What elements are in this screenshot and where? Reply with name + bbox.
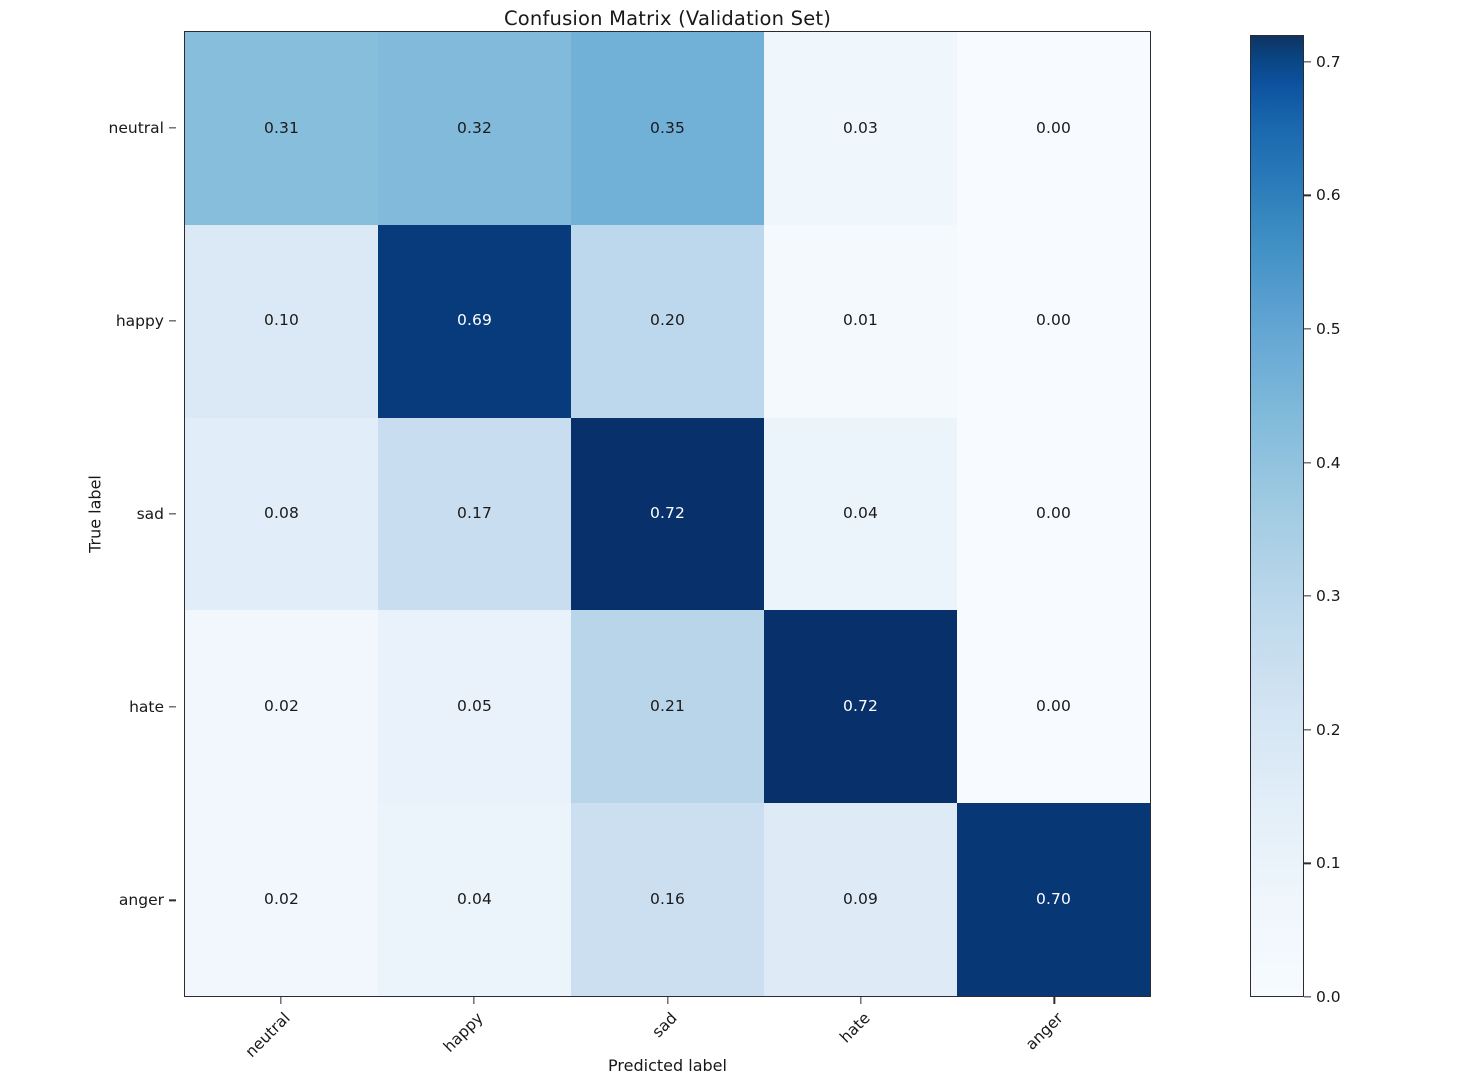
- matrix-cell: 0.02: [185, 610, 378, 804]
- matrix-cell-value: 0.17: [457, 504, 492, 523]
- colorbar-tickmark: [1304, 328, 1311, 330]
- matrix-cell-value: 0.04: [843, 504, 878, 523]
- matrix-cell-value: 0.02: [264, 889, 299, 908]
- matrix-cell-value: 0.69: [457, 311, 492, 330]
- colorbar-tickmark: [1304, 996, 1311, 998]
- matrix-cell: 0.17: [378, 417, 571, 611]
- matrix-cell: 0.00: [957, 32, 1150, 225]
- colorbar-ticklabel: 0.6: [1316, 186, 1341, 205]
- matrix-cell-value: 0.00: [1036, 697, 1071, 716]
- x-ticklabel-sad: sad: [648, 1009, 681, 1042]
- matrix-cell-value: 0.20: [650, 311, 685, 330]
- matrix-cell-value: 0.16: [650, 889, 685, 908]
- matrix-cell: 0.04: [764, 417, 957, 611]
- y-tickmark: [169, 899, 176, 902]
- colorbar-tickmark: [1304, 595, 1311, 597]
- colorbar-ticklabel: 0.7: [1316, 52, 1341, 71]
- y-tickmark: [169, 320, 176, 322]
- x-ticklabel-anger: anger: [1022, 1009, 1068, 1054]
- matrix-cell-value: 0.32: [457, 118, 492, 137]
- y-axis-label: True label: [85, 475, 105, 553]
- colorbar-ticks: 0.0 0.1 0.2 0.3 0.4 0.5 0.6 0.7: [1304, 35, 1384, 1006]
- matrix-cell: 0.35: [571, 32, 764, 225]
- matrix-cell: 0.02: [185, 803, 378, 996]
- matrix-cell: 0.09: [764, 803, 957, 996]
- matrix-cell-value: 0.35: [650, 118, 685, 137]
- x-ticklabel-neutral: neutral: [241, 1009, 294, 1061]
- matrix-cell: 0.72: [571, 417, 764, 611]
- matrix-cell: 0.00: [957, 224, 1150, 418]
- matrix-cell: 0.01: [764, 224, 957, 418]
- y-ticklabel-happy: happy: [115, 311, 164, 330]
- y-tickmark: [169, 706, 176, 708]
- matrix-cell-value: 0.01: [843, 311, 878, 330]
- colorbar-tickmark: [1304, 729, 1311, 731]
- matrix-cell: 0.32: [378, 32, 571, 225]
- x-tickmark: [280, 997, 282, 1004]
- matrix-cell-value: 0.08: [264, 504, 299, 523]
- confusion-matrix-figure: Confusion Matrix (Validation Set) neutra…: [0, 0, 1474, 1078]
- matrix-cell-value: 0.04: [457, 889, 492, 908]
- matrix-cell: 0.69: [378, 224, 571, 418]
- colorbar-ticklabel: 0.3: [1316, 587, 1341, 606]
- matrix-cell: 0.70: [957, 803, 1150, 996]
- matrix-cell: 0.21: [571, 610, 764, 804]
- y-ticklabel-neutral: neutral: [108, 118, 164, 137]
- colorbar-ticklabel: 0.1: [1316, 854, 1341, 873]
- colorbar-tickmark: [1304, 461, 1311, 464]
- matrix-cell: 0.08: [185, 417, 378, 611]
- x-ticklabel-hate: hate: [836, 1009, 874, 1047]
- colorbar-tickmark: [1304, 862, 1311, 865]
- y-ticklabel-hate: hate: [129, 698, 164, 717]
- matrix-cell-value: 0.21: [650, 697, 685, 716]
- colorbar-tickmark: [1304, 194, 1311, 196]
- matrix-cell: 0.72: [764, 610, 957, 804]
- x-tickmark: [1053, 997, 1055, 1004]
- colorbar-gradient: [1250, 35, 1304, 997]
- x-tickmark: [860, 997, 862, 1004]
- colorbar-tickmark: [1304, 61, 1311, 63]
- y-tickmark: [169, 126, 176, 129]
- y-tickmark: [169, 513, 176, 515]
- matrix-cell: 0.03: [764, 32, 957, 225]
- matrix-cell: 0.31: [185, 32, 378, 225]
- colorbar-ticklabel: 0.4: [1316, 453, 1341, 472]
- matrix-cell: 0.00: [957, 417, 1150, 611]
- matrix-cell: 0.10: [185, 224, 378, 418]
- chart-title: Confusion Matrix (Validation Set): [503, 7, 832, 30]
- x-axis-ticklabels: neutral happy sad hate anger: [184, 997, 1151, 1061]
- matrix-cell-value: 0.00: [1036, 118, 1071, 137]
- matrix-cell: 0.20: [571, 224, 764, 418]
- colorbar-ticklabel: 0.0: [1316, 988, 1341, 1006]
- colorbar-ticklabel: 0.2: [1316, 720, 1341, 739]
- matrix-cell: 0.05: [378, 610, 571, 804]
- matrix-cell-value: 0.09: [843, 889, 878, 908]
- x-ticklabel-happy: happy: [440, 1009, 487, 1056]
- colorbar: 0.0 0.1 0.2 0.3 0.4 0.5 0.6 0.7: [1250, 35, 1341, 1006]
- colorbar-ticklabel: 0.5: [1316, 319, 1341, 338]
- matrix-cell-value: 0.00: [1036, 504, 1071, 523]
- matrix-cell: 0.00: [957, 610, 1150, 804]
- x-tickmark: [473, 997, 475, 1004]
- matrix-cell-value: 0.10: [264, 311, 299, 330]
- matrix-cell-value: 0.31: [264, 118, 299, 137]
- matrix-cell-value: 0.72: [650, 504, 685, 523]
- matrix-cell-value: 0.02: [264, 697, 299, 716]
- y-ticklabel-anger: anger: [118, 891, 164, 910]
- matrix-cell-value: 0.00: [1036, 311, 1071, 330]
- matrix-cell: 0.04: [378, 803, 571, 996]
- x-axis-label: Predicted label: [608, 1056, 727, 1075]
- matrix-cell-value: 0.70: [1036, 889, 1071, 908]
- confusion-matrix-grid: 0.31 0.32 0.35 0.03 0.00 0.10 0.69 0.20 0.01 0.00…: [185, 32, 1150, 996]
- matrix-cell: 0.16: [571, 803, 764, 996]
- heatmap-plot-area: 0.31 0.32 0.35 0.03 0.00 0.10 0.69 0.20 0.01 0.00…: [184, 31, 1151, 997]
- matrix-cell-value: 0.03: [843, 118, 878, 137]
- matrix-cell-value: 0.05: [457, 697, 492, 716]
- x-tickmark: [666, 997, 669, 1004]
- y-ticklabel-sad: sad: [136, 505, 164, 523]
- matrix-cell-value: 0.72: [843, 697, 878, 716]
